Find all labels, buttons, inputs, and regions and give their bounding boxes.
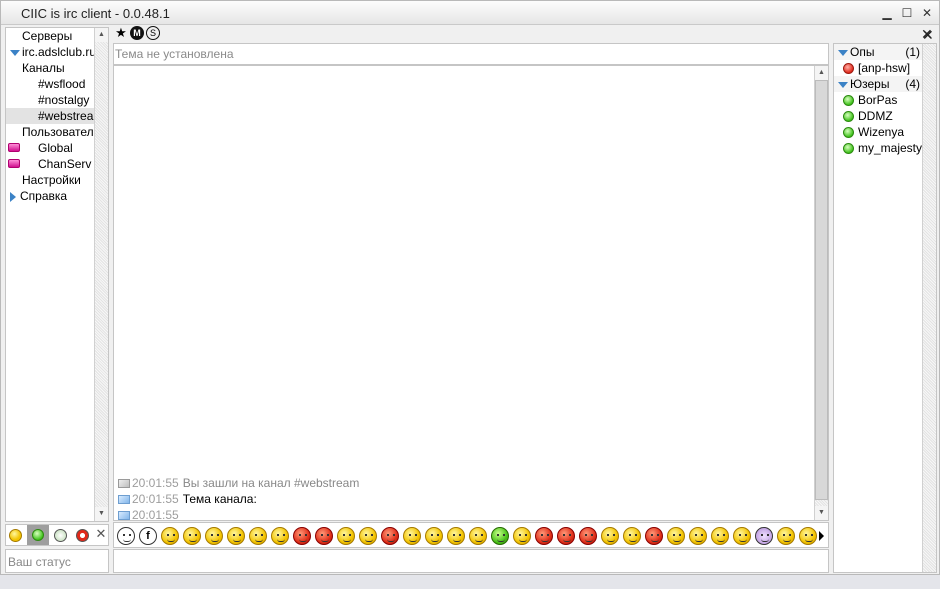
scroll-down-icon[interactable]: ▼ xyxy=(95,507,108,521)
minimize-button[interactable]: ▁ xyxy=(879,5,895,21)
smiley-icon[interactable] xyxy=(777,527,795,545)
user-status-icon xyxy=(843,111,854,122)
online-status-icon[interactable] xyxy=(32,529,44,541)
expand-arrow-icon[interactable] xyxy=(10,49,20,56)
ops-group-header[interactable]: Опы (1) xyxy=(834,44,922,60)
offline-status-icon[interactable]: ✕ xyxy=(94,526,108,542)
scroll-thumb[interactable] xyxy=(815,80,828,500)
navigation-scrollbar[interactable]: ▲ ▼ xyxy=(94,28,108,521)
message-input[interactable] xyxy=(113,549,829,573)
op-status-icon xyxy=(843,63,854,74)
user-status-icon xyxy=(843,95,854,106)
user-list: Опы (1) [anp-hsw] Юзеры (4) BorPas DDMZ … xyxy=(833,43,937,573)
status-toolbar: ✕ xyxy=(5,524,109,546)
smiley-icon[interactable] xyxy=(755,527,773,545)
scroll-down-icon[interactable]: ▼ xyxy=(815,506,828,520)
smiley-bar: f xyxy=(113,522,829,548)
smiley-icon[interactable] xyxy=(249,527,267,545)
smiley-icon[interactable] xyxy=(469,527,487,545)
envelope-icon xyxy=(118,511,130,520)
smiley-icon[interactable] xyxy=(579,527,597,545)
chat-message: 20:01:55 Вы зашли на канал #webstream xyxy=(118,475,359,491)
smiley-outline-icon[interactable] xyxy=(117,527,135,545)
user-item[interactable]: Wizenya xyxy=(834,124,922,140)
channel-toolbar: ★ M S ✕ xyxy=(113,26,933,42)
smiley-icon[interactable] xyxy=(623,527,641,545)
collapse-arrow-icon[interactable] xyxy=(10,191,16,202)
maximize-button[interactable]: ☐ xyxy=(899,5,915,21)
expand-arrow-icon[interactable] xyxy=(838,49,848,56)
smiley-icon[interactable] xyxy=(205,527,223,545)
scroll-up-icon[interactable]: ▲ xyxy=(815,66,828,80)
smiley-icon[interactable] xyxy=(447,527,465,545)
smiley-icon[interactable] xyxy=(733,527,751,545)
smiley-icon[interactable] xyxy=(667,527,685,545)
user-status-icon xyxy=(843,127,854,138)
smiley-icon[interactable] xyxy=(381,527,399,545)
smiley-icon[interactable] xyxy=(183,527,201,545)
smiley-icon[interactable] xyxy=(645,527,663,545)
main-window: CIIC is irc client - 0.0.48.1 ▁ ☐ ✕ Серв… xyxy=(0,0,940,575)
smiley-icon[interactable] xyxy=(425,527,443,545)
navigation-tree: Серверы irc.adslclub.ru Каналы #wsflood … xyxy=(5,27,109,522)
chat-message: 20:01:55 xyxy=(118,507,183,523)
expand-arrow-icon[interactable] xyxy=(838,81,848,88)
smiley-icon[interactable] xyxy=(557,527,575,545)
private-chat-icon xyxy=(8,143,20,152)
mode-m-icon[interactable]: M xyxy=(130,26,144,40)
envelope-icon xyxy=(118,479,130,488)
close-window-button[interactable]: ✕ xyxy=(919,5,935,21)
chat-scrollbar[interactable]: ▲ ▼ xyxy=(814,66,828,520)
channel-topic: Тема не установлена xyxy=(113,43,829,65)
channel-item-selected[interactable]: #webstream xyxy=(6,108,94,124)
smiley-icon[interactable] xyxy=(359,527,377,545)
smiley-icon[interactable] xyxy=(513,527,531,545)
smiley-icon[interactable] xyxy=(711,527,729,545)
tree-server-item[interactable]: irc.adslclub.ru xyxy=(10,44,98,60)
close-userlist-button[interactable]: ✕ xyxy=(922,28,934,42)
private-chat-icon xyxy=(8,159,20,168)
smiley-icon[interactable] xyxy=(799,527,817,545)
smiley-icon[interactable] xyxy=(601,527,619,545)
chat-log: 20:01:55 Вы зашли на канал #webstream 20:… xyxy=(113,65,829,523)
status-input[interactable]: Ваш статус xyxy=(5,549,109,573)
user-item[interactable]: DDMZ xyxy=(834,108,922,124)
user-item[interactable]: ChanServ xyxy=(6,156,94,172)
font-icon[interactable]: f xyxy=(139,527,157,545)
user-item[interactable]: BorPas xyxy=(834,92,922,108)
chat-message: 20:01:55 Тема канала: xyxy=(118,491,257,507)
smiley-icon[interactable] xyxy=(337,527,355,545)
ops-count: (1) xyxy=(905,45,920,59)
smiley-icon[interactable] xyxy=(491,527,509,545)
scroll-right-icon[interactable] xyxy=(819,531,824,541)
window-title: CIIC is irc client - 0.0.48.1 xyxy=(21,6,170,21)
smiley-icon[interactable] xyxy=(315,527,333,545)
bottom-bar xyxy=(0,575,940,589)
star-icon[interactable]: ★ xyxy=(114,26,128,40)
user-item[interactable]: Global xyxy=(6,140,94,156)
smiley-icon[interactable] xyxy=(535,527,553,545)
smiley-icon[interactable] xyxy=(689,527,707,545)
user-status-icon xyxy=(843,143,854,154)
envelope-icon xyxy=(118,495,130,504)
title-bar: CIIC is irc client - 0.0.48.1 ▁ ☐ ✕ xyxy=(1,1,939,25)
away-status-icon[interactable] xyxy=(54,529,67,542)
user-item[interactable]: my_majesty xyxy=(834,140,922,156)
userlist-scrollbar[interactable] xyxy=(922,44,936,572)
users-count: (4) xyxy=(905,77,920,91)
op-user-item[interactable]: [anp-hsw] xyxy=(834,60,922,76)
smiley-icon[interactable] xyxy=(161,527,179,545)
smiley-icon[interactable] xyxy=(293,527,311,545)
smiley-icon[interactable] xyxy=(271,527,289,545)
smiley-icon[interactable] xyxy=(227,527,245,545)
online-smile-icon[interactable] xyxy=(9,529,22,542)
scroll-up-icon[interactable]: ▲ xyxy=(95,28,108,42)
status-selected-bg xyxy=(27,525,49,545)
mode-s-icon[interactable]: S xyxy=(146,26,160,40)
tree-help[interactable]: Справка xyxy=(10,188,98,204)
dnd-status-icon[interactable] xyxy=(76,529,89,542)
users-group-header[interactable]: Юзеры (4) xyxy=(834,76,922,92)
smiley-icon[interactable] xyxy=(403,527,421,545)
